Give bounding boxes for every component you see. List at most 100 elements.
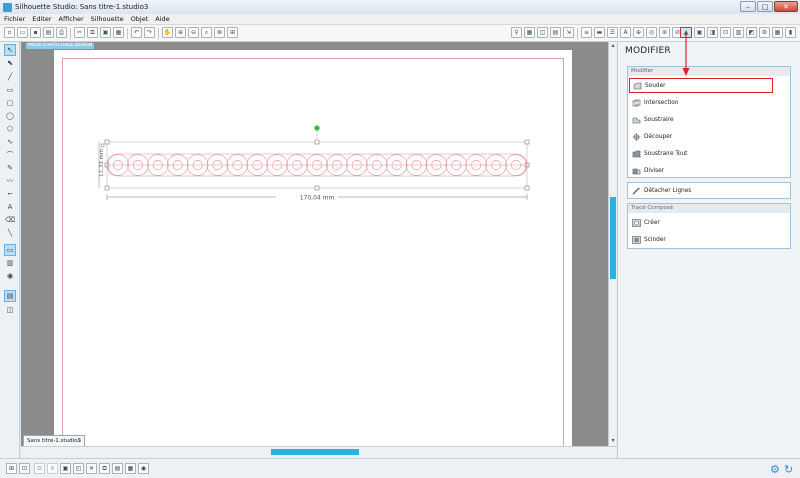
- deselect-icon[interactable]: ⊡: [19, 463, 30, 474]
- cut-settings-icon[interactable]: ▤: [550, 27, 561, 38]
- detach-lines-button[interactable]: Détacher Lignes: [632, 183, 691, 198]
- library-panel-icon[interactable]: ▥: [733, 27, 744, 38]
- divide-button[interactable]: Diviser: [632, 163, 664, 178]
- replicate-icon[interactable]: ◎: [646, 27, 657, 38]
- close-button[interactable]: ✕: [774, 1, 798, 12]
- print-icon[interactable]: ⎙: [56, 27, 67, 38]
- zoom-select-icon[interactable]: ⌕: [201, 27, 212, 38]
- selected-shape[interactable]: 170,04 mm 17,33 mm: [96, 117, 536, 207]
- polygon-tool-icon[interactable]: ⬠: [4, 123, 16, 135]
- paste-icon[interactable]: ▣: [100, 27, 111, 38]
- document-tab[interactable]: Sans titre-1.studio3 x: [23, 435, 85, 446]
- menu-objet[interactable]: Objet: [131, 15, 149, 23]
- new-file-icon[interactable]: ▫: [4, 27, 15, 38]
- menu-fichier[interactable]: Fichier: [4, 15, 25, 23]
- menu-afficher[interactable]: Afficher: [59, 15, 84, 23]
- text-style-icon[interactable]: A: [620, 27, 631, 38]
- ellipse-tool-icon[interactable]: ◯: [4, 110, 16, 122]
- rectangle-tool-icon[interactable]: ▭: [4, 84, 16, 96]
- split-view-icon[interactable]: ◫: [4, 304, 16, 316]
- maximize-button[interactable]: □: [757, 1, 773, 12]
- close-tab-icon[interactable]: x: [77, 437, 81, 444]
- vertical-scroll-thumb[interactable]: [610, 197, 616, 279]
- subtract-button[interactable]: Soustraire: [632, 112, 674, 127]
- select-tool-icon[interactable]: ↖: [4, 44, 16, 56]
- zoom-out-icon[interactable]: ⊖: [188, 27, 199, 38]
- scroll-down-icon[interactable]: ▾: [609, 437, 617, 445]
- release-compound-button[interactable]: Scinder: [632, 232, 666, 247]
- transform-icon[interactable]: ⊕: [633, 27, 644, 38]
- intersect-button[interactable]: Intersection: [632, 95, 678, 110]
- arc-tool-icon[interactable]: ⌒: [4, 149, 16, 161]
- select-all-icon[interactable]: ⊞: [6, 463, 17, 474]
- weld-button[interactable]: Souder: [629, 78, 773, 93]
- refresh-icon[interactable]: ↻: [784, 463, 793, 476]
- knife-tool-icon[interactable]: ╲: [4, 227, 16, 239]
- trace-icon[interactable]: ⊛: [659, 27, 670, 38]
- fit-to-page-icon[interactable]: ⊞: [227, 27, 238, 38]
- pen-tool-icon[interactable]: ✎: [4, 162, 16, 174]
- line-tool-icon[interactable]: ╱: [4, 71, 16, 83]
- sidebar-icon[interactable]: ▮: [785, 27, 796, 38]
- scroll-up-icon[interactable]: ▴: [609, 42, 617, 50]
- copy-icon[interactable]: ⧉: [87, 27, 98, 38]
- send-backward-icon[interactable]: ◉: [138, 463, 149, 474]
- paste-in-place-icon[interactable]: ▦: [113, 27, 124, 38]
- subtract-all-button[interactable]: Soustraire Tout: [632, 146, 687, 161]
- send-to-silhouette-icon[interactable]: ⇲: [563, 27, 574, 38]
- make-compound-button[interactable]: Créer: [632, 215, 660, 230]
- library-icon[interactable]: ▤: [43, 27, 54, 38]
- delete-icon[interactable]: ✕: [86, 463, 97, 474]
- menu-silhouette[interactable]: Silhouette: [91, 15, 124, 23]
- undo-icon[interactable]: ↶: [131, 27, 142, 38]
- gear-icon[interactable]: ⚙: [770, 463, 780, 476]
- horizontal-scrollbar[interactable]: [21, 446, 617, 458]
- save-icon[interactable]: ▪: [30, 27, 41, 38]
- vertical-scrollbar[interactable]: ▴ ▾: [608, 42, 617, 446]
- eraser-tool-icon[interactable]: ⌫: [4, 214, 16, 226]
- layer-view-icon[interactable]: ▤: [4, 290, 16, 302]
- design-view-icon[interactable]: ◩: [746, 27, 757, 38]
- store-icon[interactable]: ⊡: [720, 27, 731, 38]
- menu-editer[interactable]: Editer: [32, 15, 51, 23]
- open-file-icon[interactable]: ▭: [17, 27, 28, 38]
- online-store-icon[interactable]: ◉: [4, 270, 16, 282]
- grid-icon[interactable]: ▦: [524, 27, 535, 38]
- design-page-icon[interactable]: ▭: [4, 244, 16, 256]
- zoom-drag-icon[interactable]: ⊗: [214, 27, 225, 38]
- group-icon[interactable]: ⧉: [34, 463, 45, 474]
- rotation-handle[interactable]: [314, 125, 320, 131]
- polyline-tool-icon[interactable]: ⌐: [4, 188, 16, 200]
- help-icon[interactable]: ▦: [772, 27, 783, 38]
- settings-icon[interactable]: ⚙: [759, 27, 770, 38]
- cut-icon[interactable]: ✂: [74, 27, 85, 38]
- duplicate-icon[interactable]: ⧉: [99, 463, 110, 474]
- crop-button[interactable]: Découper: [632, 129, 672, 144]
- bring-forward-icon[interactable]: ▦: [125, 463, 136, 474]
- design-page[interactable]: [54, 50, 572, 446]
- line-color-icon[interactable]: ≡: [581, 27, 592, 38]
- align-icon[interactable]: ▤: [112, 463, 123, 474]
- page-settings-icon[interactable]: ⚲: [511, 27, 522, 38]
- fill-color-icon[interactable]: ▬: [594, 27, 605, 38]
- design-workspace[interactable]: MODE D'AFFICHAGE DESIGN 170,04 mm 17,33 …: [21, 42, 608, 446]
- library-icon[interactable]: ▥: [4, 257, 16, 269]
- ungroup-icon[interactable]: ⧈: [47, 463, 58, 474]
- rounded-rectangle-tool-icon[interactable]: ▢: [4, 97, 16, 109]
- registration-marks-icon[interactable]: ◫: [537, 27, 548, 38]
- pan-icon[interactable]: ✋: [162, 27, 173, 38]
- minimize-button[interactable]: –: [740, 1, 756, 12]
- make-compound-path-icon[interactable]: ▣: [60, 463, 71, 474]
- redo-icon[interactable]: ↷: [144, 27, 155, 38]
- line-style-icon[interactable]: ☰: [607, 27, 618, 38]
- curve-tool-icon[interactable]: ∿: [4, 136, 16, 148]
- menu-aide[interactable]: Aide: [155, 15, 169, 23]
- freehand-tool-icon[interactable]: 〰: [4, 175, 16, 187]
- point-edit-tool-icon[interactable]: ⬉: [4, 57, 16, 69]
- release-compound-path-icon[interactable]: ◰: [73, 463, 84, 474]
- text-tool-icon[interactable]: A: [4, 201, 16, 213]
- knife-icon[interactable]: ▣: [694, 27, 705, 38]
- send-to-icon[interactable]: ◨: [707, 27, 718, 38]
- zoom-in-icon[interactable]: ⊕: [175, 27, 186, 38]
- horizontal-scroll-thumb[interactable]: [271, 449, 359, 455]
